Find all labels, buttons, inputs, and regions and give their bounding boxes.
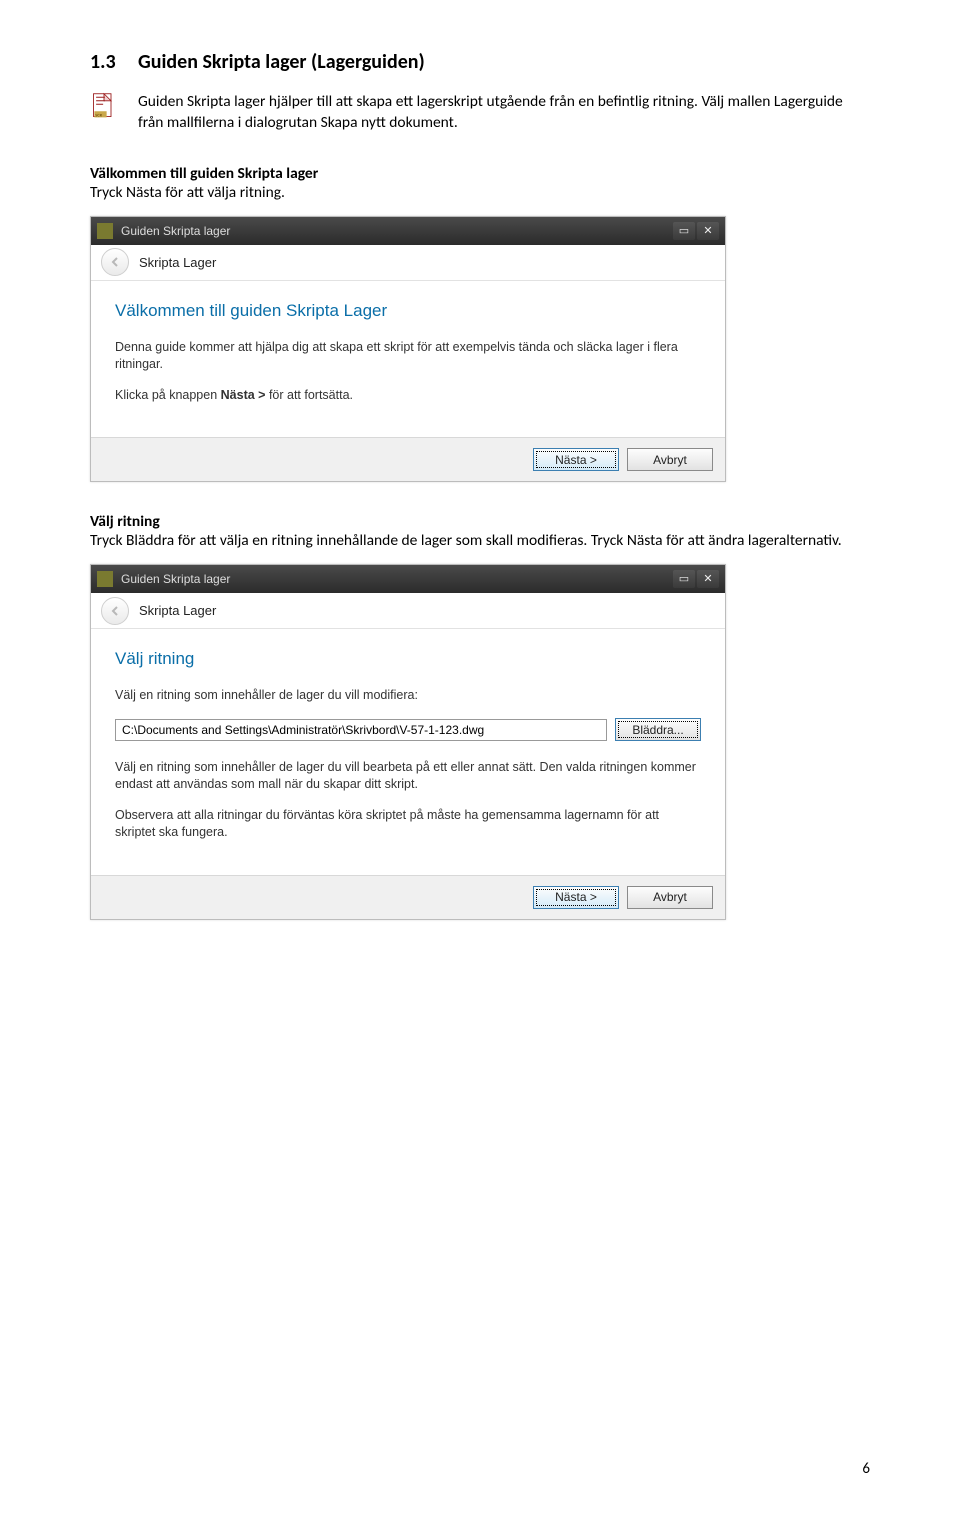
section-heading: 1.3 Guiden Skripta lager (Lagerguiden) xyxy=(90,50,870,74)
wizard-heading: Välj ritning xyxy=(115,649,701,669)
wizard-body-2: Klicka på knappen Nästa > för att fortsä… xyxy=(115,387,701,404)
dialog-footer: Nästa > Avbryt xyxy=(91,875,725,919)
section-number: 1.3 xyxy=(90,50,138,74)
intro-paragraph: Guiden Skripta lager hjälper till att sk… xyxy=(138,92,870,134)
close-icon[interactable]: ✕ xyxy=(697,570,719,588)
wizard-dialog-welcome: Guiden Skripta lager ▭ ✕ Skripta Lager V… xyxy=(90,216,726,483)
svg-text:SCR: SCR xyxy=(95,114,102,119)
dialog-content: Välkommen till guiden Skripta Lager Denn… xyxy=(91,281,725,438)
block2-heading: Välj ritning xyxy=(90,512,870,531)
breadcrumb: Skripta Lager xyxy=(139,603,216,618)
wizard-heading: Välkommen till guiden Skripta Lager xyxy=(115,301,701,321)
breadcrumb: Skripta Lager xyxy=(139,255,216,270)
dialog-content: Välj ritning Välj en ritning som innehål… xyxy=(91,629,725,874)
wizard-body-2: Observera att alla ritningar du förvänta… xyxy=(115,807,701,841)
window-title: Guiden Skripta lager xyxy=(121,572,671,586)
block2-text: Tryck Bläddra för att välja en ritning i… xyxy=(90,531,870,550)
block1-heading: Välkommen till guiden Skripta lager xyxy=(90,164,870,183)
cancel-button[interactable]: Avbryt xyxy=(627,448,713,471)
next-button[interactable]: Nästa > xyxy=(533,448,619,471)
select-drawing-label: Välj en ritning som innehåller de lager … xyxy=(115,687,701,704)
intro-block: SCR Guiden Skripta lager hjälper till at… xyxy=(90,92,870,134)
page-number: 6 xyxy=(862,1460,870,1478)
cancel-button[interactable]: Avbryt xyxy=(627,886,713,909)
dialog-footer: Nästa > Avbryt xyxy=(91,437,725,481)
titlebar: Guiden Skripta lager ▭ ✕ xyxy=(91,565,725,593)
block1-text: Tryck Nästa för att välja ritning. xyxy=(90,183,870,202)
minimize-icon[interactable]: ▭ xyxy=(673,222,695,240)
close-icon[interactable]: ✕ xyxy=(697,222,719,240)
back-button[interactable] xyxy=(101,597,129,625)
app-icon xyxy=(97,223,113,239)
next-button[interactable]: Nästa > xyxy=(533,886,619,909)
wizard-body-1: Välj en ritning som innehåller de lager … xyxy=(115,759,701,793)
app-icon xyxy=(97,571,113,587)
breadcrumb-bar: Skripta Lager xyxy=(91,593,725,629)
browse-button[interactable]: Bläddra... xyxy=(615,718,701,741)
titlebar: Guiden Skripta lager ▭ ✕ xyxy=(91,217,725,245)
section-title: Guiden Skripta lager (Lagerguiden) xyxy=(138,50,425,74)
wizard-dialog-select-drawing: Guiden Skripta lager ▭ ✕ Skripta Lager V… xyxy=(90,564,726,919)
wizard-body-1: Denna guide kommer att hjälpa dig att sk… xyxy=(115,339,701,373)
breadcrumb-bar: Skripta Lager xyxy=(91,245,725,281)
back-button[interactable] xyxy=(101,248,129,276)
drawing-path-input[interactable] xyxy=(115,719,607,741)
minimize-icon[interactable]: ▭ xyxy=(673,570,695,588)
window-title: Guiden Skripta lager xyxy=(121,224,671,238)
path-row: Bläddra... xyxy=(115,718,701,741)
script-file-icon: SCR xyxy=(90,92,118,120)
